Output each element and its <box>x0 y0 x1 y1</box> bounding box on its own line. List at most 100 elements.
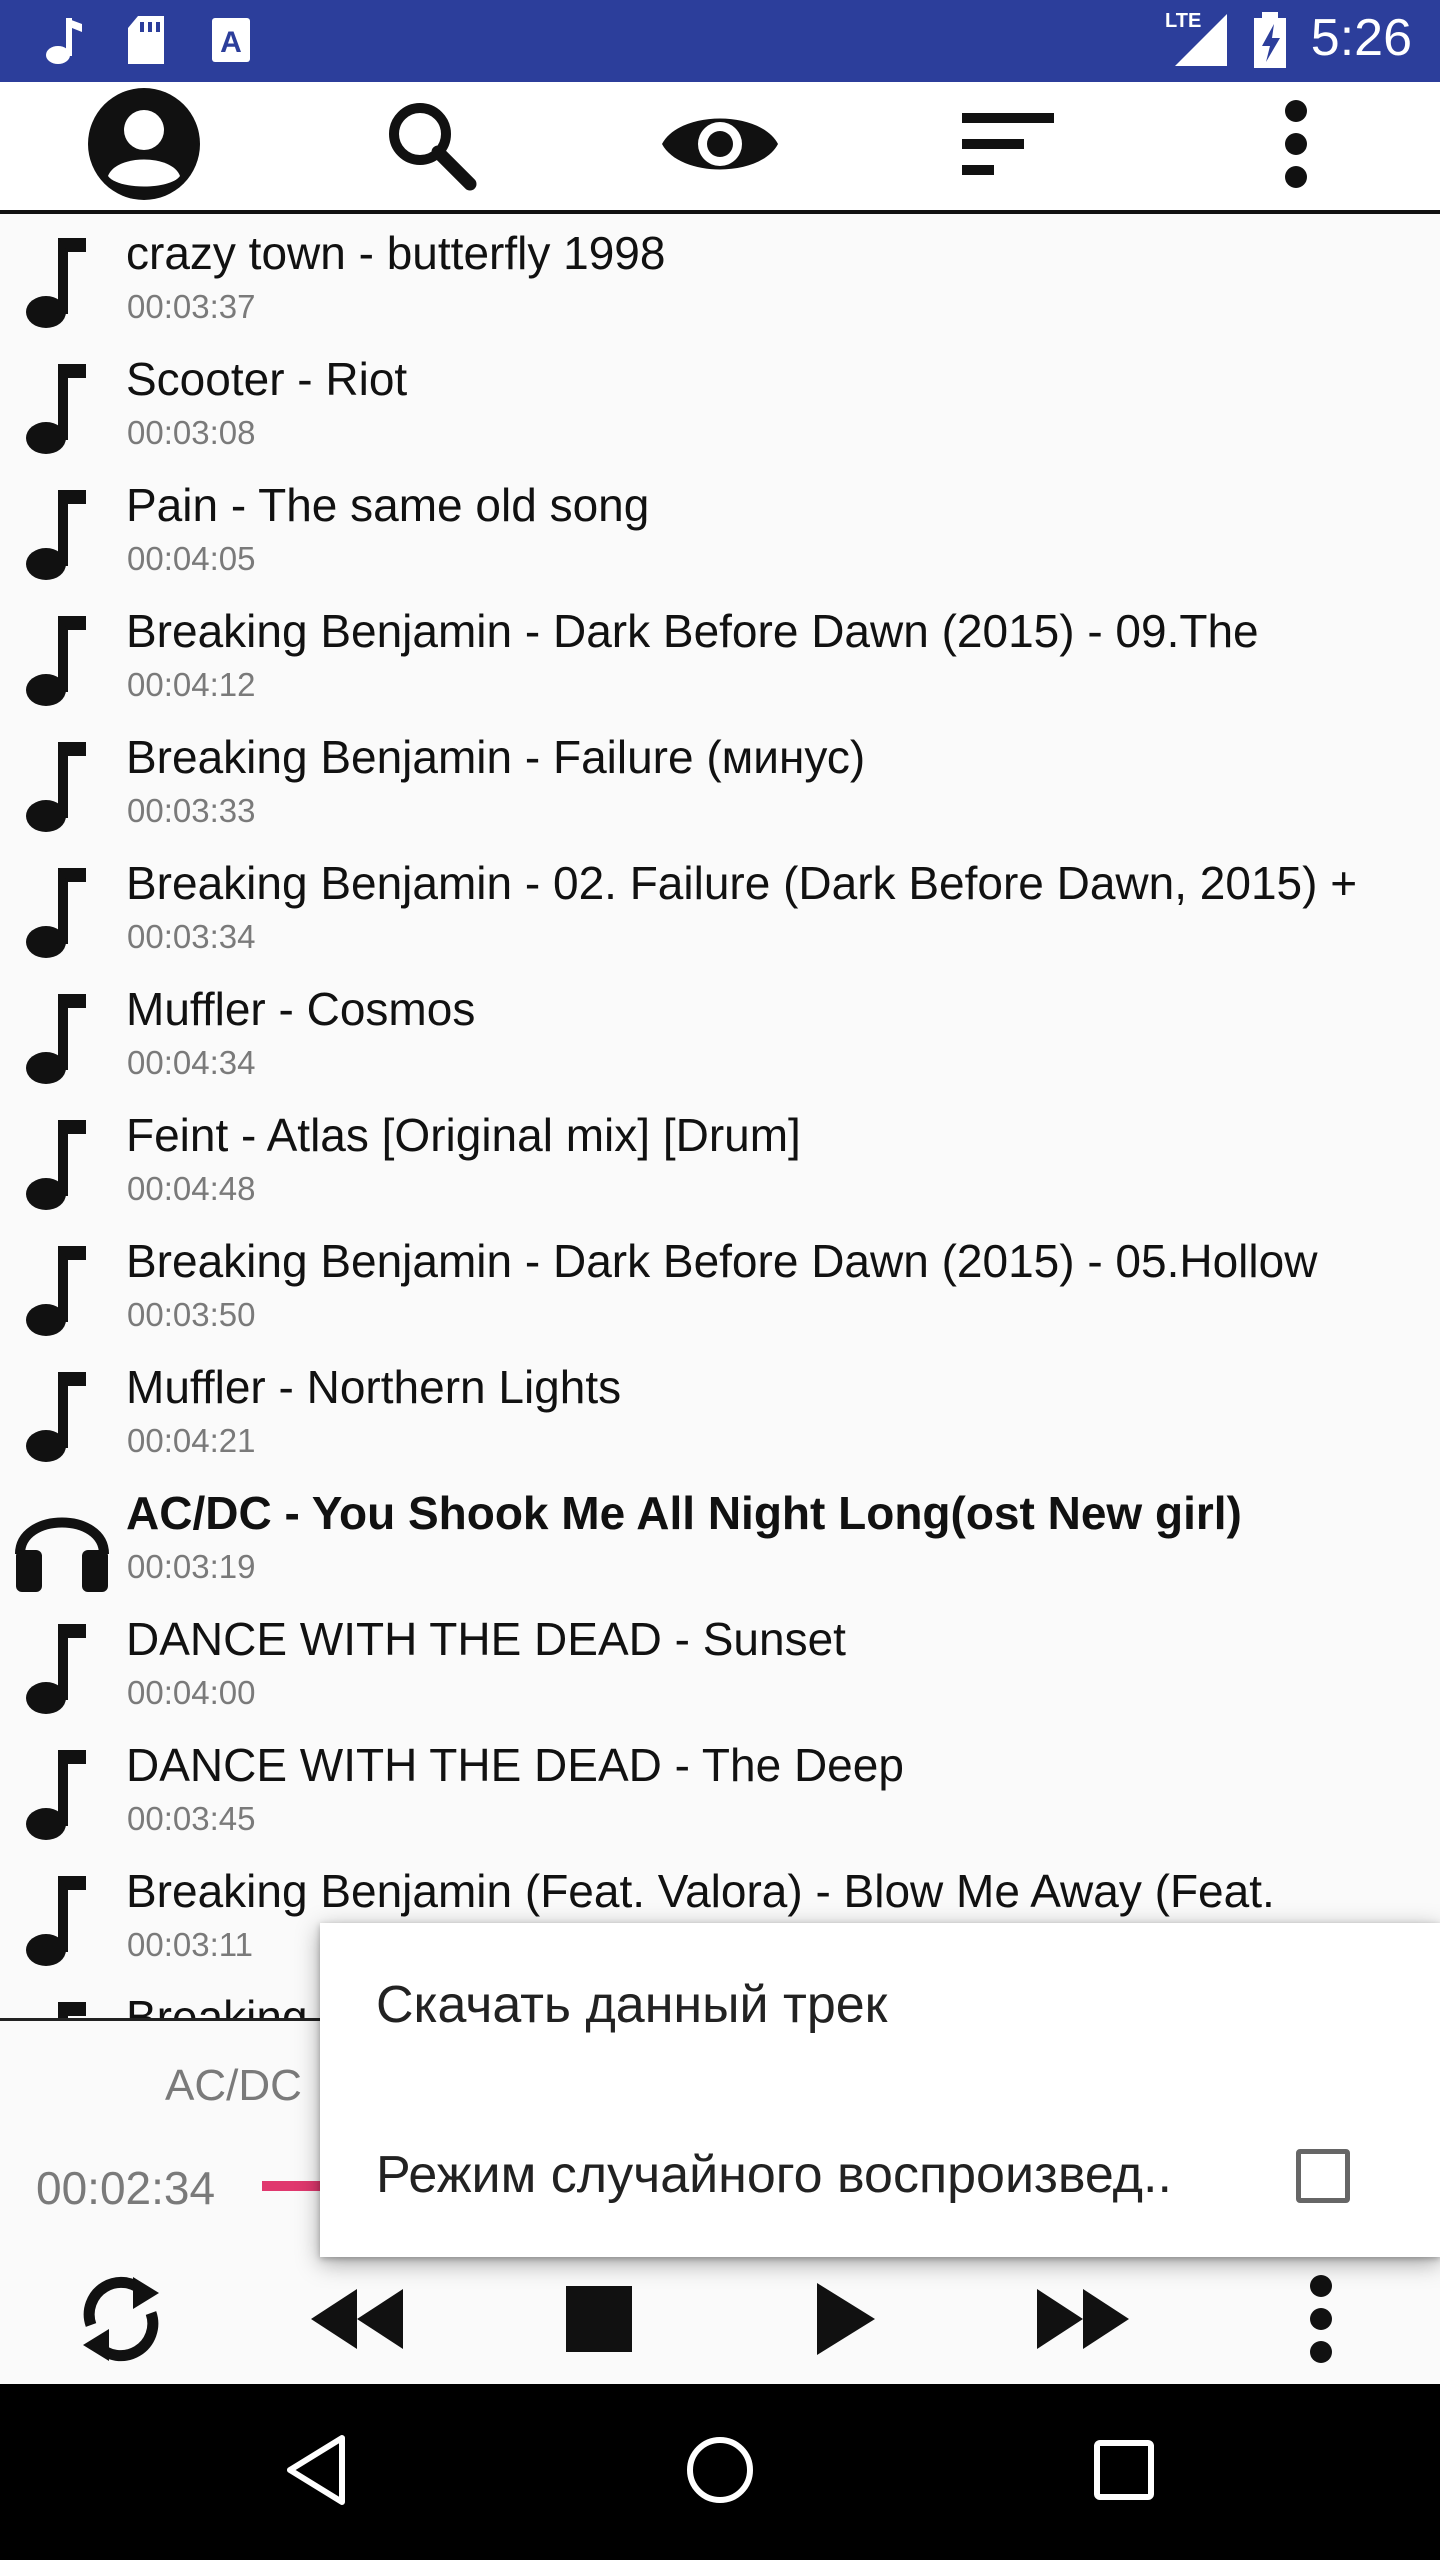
recents-icon <box>1092 2438 1156 2507</box>
track-duration: 00:03:08 <box>127 414 256 451</box>
track-duration: 00:03:34 <box>127 918 256 955</box>
track-duration: 00:04:21 <box>127 1422 256 1459</box>
track-row[interactable]: Breaking Benjamin - Dark Before Dawn (20… <box>0 1222 1440 1348</box>
repeat-icon <box>71 2267 171 2376</box>
elapsed-time: 00:02:34 <box>36 2162 216 2214</box>
music-note-icon <box>22 1872 106 1972</box>
track-title: Breaking Benjamin - Failure (минус) <box>126 731 866 783</box>
track-title: DANCE WITH THE DEAD - The Deep <box>126 1739 904 1791</box>
status-time: 5:26 <box>1310 9 1412 67</box>
sort-button[interactable] <box>928 82 1088 210</box>
music-note-icon <box>22 234 106 334</box>
track-title: DANCE WITH THE DEAD - Sunset <box>126 1613 846 1665</box>
eye-icon <box>660 104 780 189</box>
music-note-icon <box>22 1620 106 1720</box>
track-row[interactable]: DANCE WITH THE DEAD - Sunset 00:04:00 <box>0 1600 1440 1726</box>
track-row[interactable]: Muffler - Northern Lights 00:04:21 <box>0 1348 1440 1474</box>
menu-item-shuffle-mode[interactable]: Режим случайного воспроизвед.. <box>320 2089 1440 2249</box>
track-title: Muffler - Cosmos <box>126 983 476 1035</box>
track-duration: 00:04:00 <box>127 1674 256 1711</box>
track-duration: 00:03:50 <box>127 1296 256 1333</box>
music-note-icon <box>22 1242 106 1342</box>
toolbar <box>0 82 1440 214</box>
track-duration: 00:04:05 <box>127 540 256 577</box>
menu-item-label: Скачать данный трек <box>376 1976 888 2034</box>
more-options-button[interactable] <box>1216 82 1376 210</box>
rewind-button[interactable] <box>282 2261 432 2381</box>
track-duration: 00:03:11 <box>127 1926 254 1963</box>
account-button[interactable] <box>64 82 224 210</box>
home-icon <box>684 2434 756 2511</box>
stop-icon <box>566 2285 632 2357</box>
track-row[interactable]: Breaking Benjamin - 02. Failure (Dark Be… <box>0 844 1440 970</box>
track-title: Breaking Benjamin - Dark Before Dawn (20… <box>126 1235 1318 1287</box>
music-note-icon <box>22 1998 106 2020</box>
track-row[interactable]: Feint - Atlas [Original mix] [Drum] 00:0… <box>0 1096 1440 1222</box>
fast-forward-icon <box>1033 2287 1133 2356</box>
track-title: Breaking Benjamin - 02. Failure (Dark Be… <box>126 857 1358 909</box>
search-button[interactable] <box>350 82 510 210</box>
track-row-playing[interactable]: AC/DC - You Shook Me All Night Long(ost … <box>0 1474 1440 1600</box>
back-button[interactable] <box>256 2412 376 2532</box>
play-icon <box>813 2281 877 2362</box>
track-row[interactable]: Muffler - Cosmos 00:04:34 <box>0 970 1440 1096</box>
shuffle-checkbox[interactable] <box>1296 2149 1350 2203</box>
repeat-button[interactable] <box>46 2261 196 2381</box>
battery-charging-icon <box>1250 12 1290 75</box>
track-title: Breaking Benjamin (Feat. Valora) - Blow … <box>126 1865 1275 1917</box>
sort-icon <box>958 109 1058 184</box>
music-note-icon <box>22 1746 106 1846</box>
track-row[interactable]: Scooter - Riot 00:03:08 <box>0 340 1440 466</box>
home-button[interactable] <box>660 2412 780 2532</box>
account-icon <box>86 86 202 207</box>
menu-item-download-track[interactable]: Скачать данный трек <box>320 1923 1440 2083</box>
track-title: Breaking Benjamin - Dark Before Dawn (20… <box>126 605 1259 657</box>
more-vert-icon <box>1306 2274 1336 2369</box>
keyboard-a-icon: A <box>210 14 252 71</box>
more-vert-icon <box>1281 99 1311 194</box>
stop-button[interactable] <box>524 2261 674 2381</box>
status-bar: A LTE 5:26 <box>0 0 1440 82</box>
track-row[interactable]: Pain - The same old song 00:04:05 <box>0 466 1440 592</box>
track-row[interactable]: DANCE WITH THE DEAD - The Deep 00:03:45 <box>0 1726 1440 1852</box>
track-title: Scooter - Riot <box>126 353 408 405</box>
player-more-button[interactable] <box>1246 2261 1396 2381</box>
track-duration: 00:03:37 <box>127 288 256 325</box>
sd-card-icon <box>124 14 168 71</box>
track-duration: 00:03:45 <box>127 1800 256 1837</box>
back-icon <box>284 2434 348 2511</box>
music-note-icon <box>22 1368 106 1468</box>
track-title: AC/DC - You Shook Me All Night Long(ost … <box>126 1487 1242 1539</box>
recents-button[interactable] <box>1064 2412 1184 2532</box>
track-title: crazy town - butterfly 1998 <box>126 227 666 279</box>
play-button[interactable] <box>770 2261 920 2381</box>
track-title: Pain - The same old song <box>126 479 650 531</box>
track-row[interactable]: Breaking Benjamin - Dark Before Dawn (20… <box>0 592 1440 718</box>
track-duration: 00:04:48 <box>127 1170 256 1207</box>
now-playing-artist: AC/DC <box>165 2061 302 2110</box>
network-type-label: LTE <box>1165 10 1202 32</box>
track-row[interactable]: crazy town - butterfly 1998 00:03:37 <box>0 214 1440 340</box>
music-note-icon <box>22 612 106 712</box>
visibility-button[interactable] <box>640 82 800 210</box>
headphones-icon <box>12 1492 109 1592</box>
popup-menu: Скачать данный трек Режим случайного вос… <box>320 1923 1440 2257</box>
track-title: Muffler - Northern Lights <box>126 1361 622 1413</box>
track-list: crazy town - butterfly 1998 00:03:37 Sco… <box>0 214 1440 2020</box>
search-icon <box>380 94 480 199</box>
track-duration: 00:04:34 <box>127 1044 256 1081</box>
fast-forward-button[interactable] <box>1008 2261 1158 2381</box>
track-duration: 00:04:12 <box>127 666 256 703</box>
music-note-icon <box>22 1116 106 1216</box>
music-note-icon <box>22 486 106 586</box>
track-row[interactable]: Breaking Benjamin - Failure (минус) 00:0… <box>0 718 1440 844</box>
menu-item-label: Режим случайного воспроизвед.. <box>376 2146 1172 2204</box>
music-note-icon <box>22 738 106 838</box>
music-note-icon <box>22 360 106 460</box>
music-note-icon <box>44 14 84 71</box>
music-note-icon <box>22 990 106 1090</box>
navigation-bar <box>0 2384 1440 2560</box>
track-duration: 00:03:19 <box>127 1548 256 1585</box>
music-note-icon <box>22 864 106 964</box>
svg-text:A: A <box>220 26 242 59</box>
